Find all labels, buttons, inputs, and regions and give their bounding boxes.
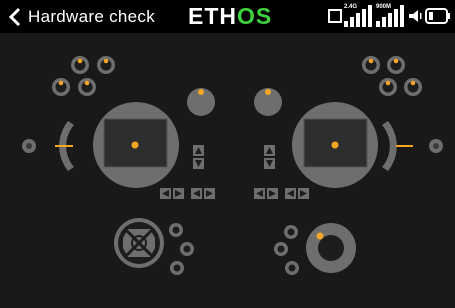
back-button[interactable]: Hardware check bbox=[6, 4, 155, 30]
pot-right bbox=[254, 88, 282, 116]
speaker-icon[interactable] bbox=[408, 9, 422, 23]
trim-horizontal-left bbox=[160, 188, 215, 199]
nav-buttons-right bbox=[274, 225, 299, 275]
battery-icon bbox=[425, 8, 450, 24]
switch-group-top-left bbox=[52, 56, 115, 96]
switch-indicator bbox=[52, 78, 70, 96]
trim-vertical-left bbox=[193, 145, 204, 169]
page-title: Hardware check bbox=[28, 7, 156, 26]
switch-indicator bbox=[387, 56, 405, 74]
side-slider-left bbox=[22, 121, 74, 171]
rf-band-900m: 900M bbox=[376, 4, 392, 10]
gimbal-left bbox=[93, 102, 179, 188]
switch-indicator bbox=[71, 56, 89, 74]
roller-knob bbox=[306, 223, 356, 273]
hardware-check-canvas bbox=[22, 56, 443, 275]
pot-left bbox=[187, 88, 215, 116]
side-slider-right bbox=[382, 121, 443, 171]
switch-indicator bbox=[78, 78, 96, 96]
trim-horizontal-right bbox=[254, 188, 309, 199]
switch-indicator bbox=[97, 56, 115, 74]
header-bar: Hardware check ETHOS 2.4G 900M bbox=[0, 0, 455, 33]
switch-indicator bbox=[362, 56, 380, 74]
nav-buttons-left bbox=[169, 223, 194, 275]
switch-group-top-right bbox=[362, 56, 422, 96]
rotary-encoder bbox=[114, 218, 164, 268]
switch-indicator bbox=[379, 78, 397, 96]
chevron-left-icon bbox=[8, 7, 21, 27]
switch-indicator bbox=[404, 78, 422, 96]
ethos-logo: ETHOS bbox=[188, 3, 273, 29]
hardware-check-screen: Hardware check ETHOS 2.4G 900M bbox=[0, 0, 455, 308]
gimbal-right bbox=[292, 102, 378, 188]
screenshot-icon bbox=[328, 9, 342, 23]
rf-band-2.4g: 2.4G bbox=[344, 4, 358, 10]
trim-vertical-right bbox=[264, 145, 275, 169]
